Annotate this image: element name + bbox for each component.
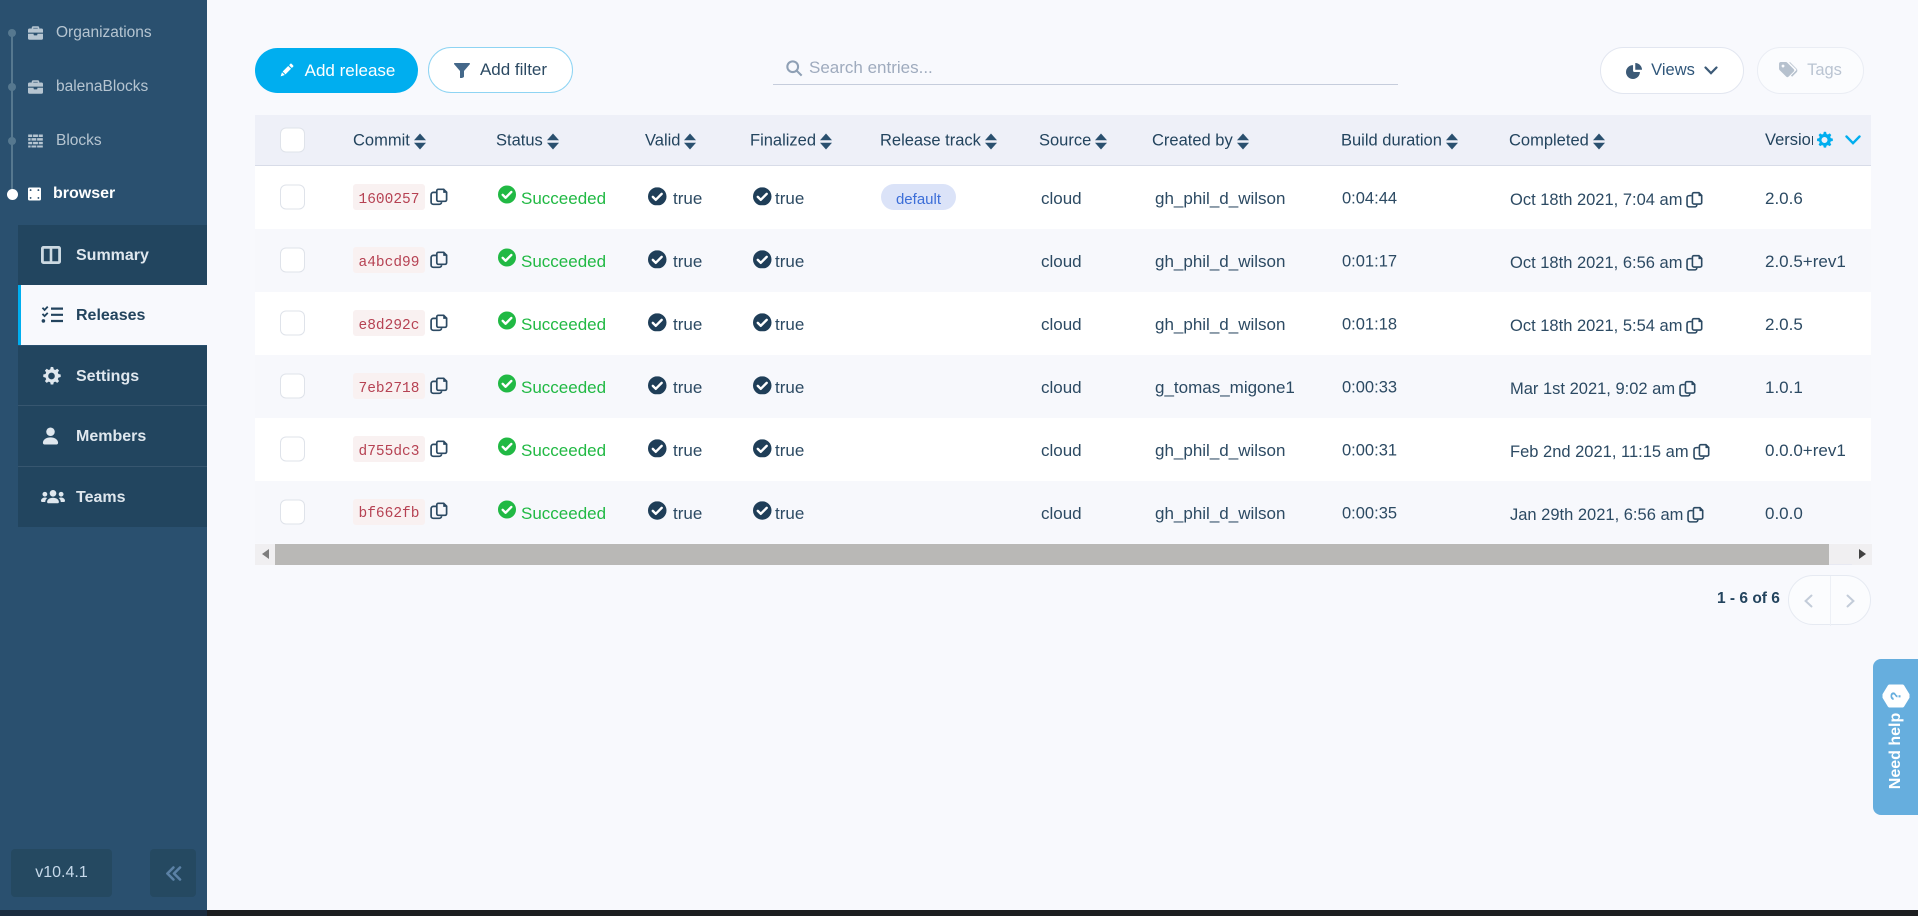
- svg-text:?: ?: [1887, 691, 1904, 700]
